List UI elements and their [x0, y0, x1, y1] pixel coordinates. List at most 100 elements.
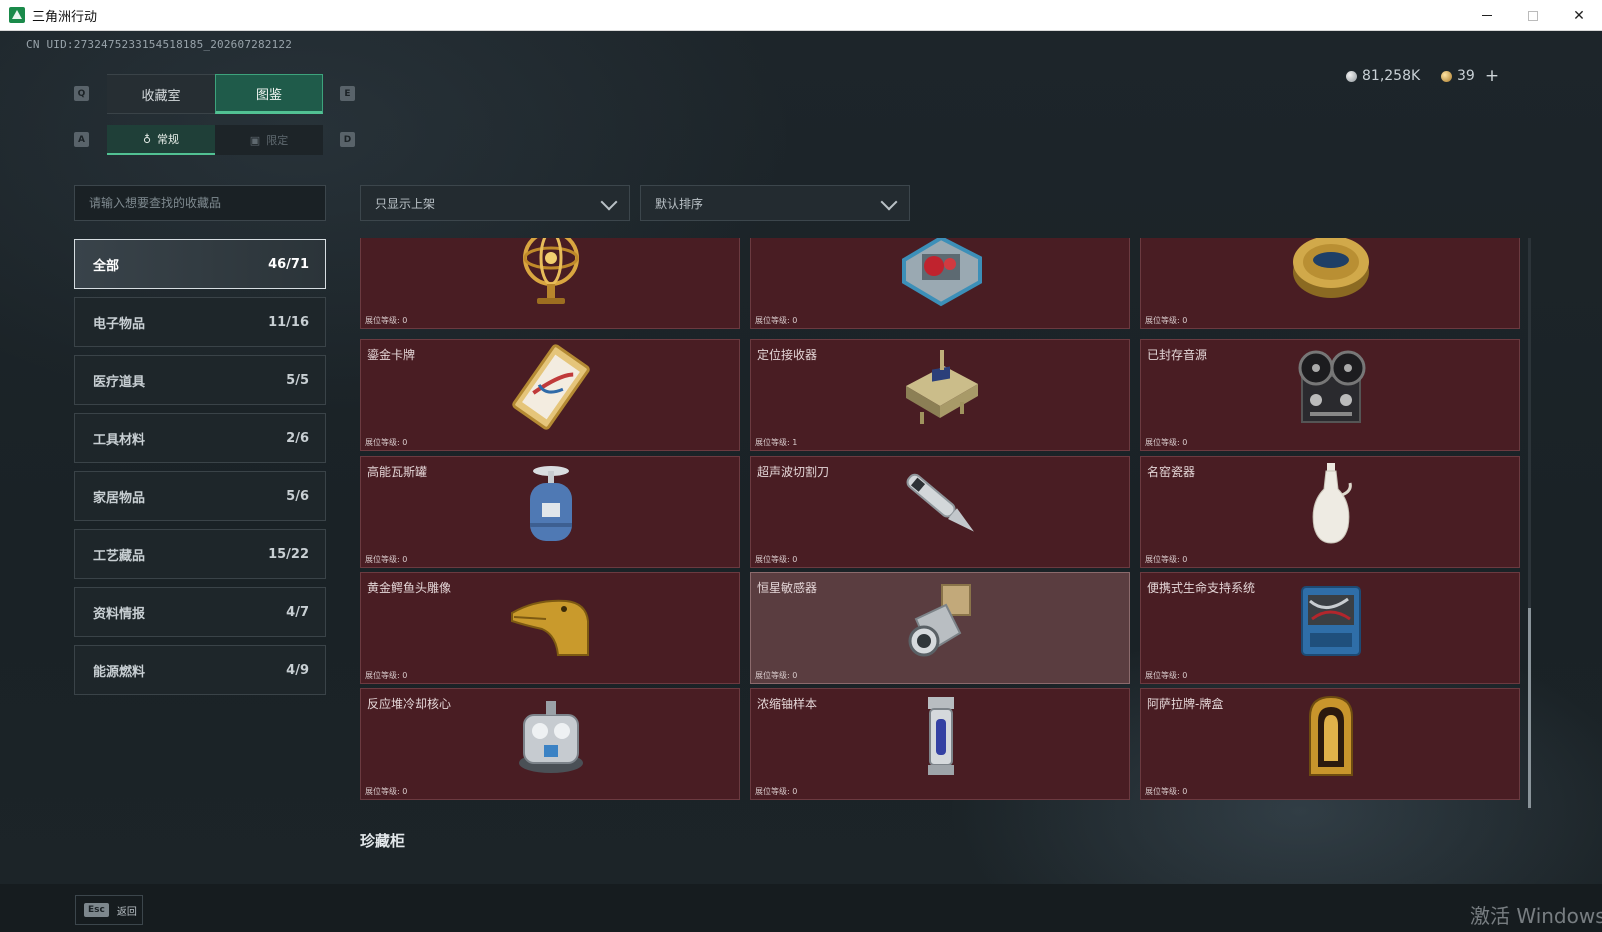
key-hint-d: D	[340, 132, 355, 147]
reactor-core-icon	[506, 691, 596, 781]
back-button[interactable]: Esc 返回	[75, 895, 143, 925]
sort-value: 默认排序	[655, 196, 704, 211]
shelf-filter-dropdown[interactable]: 只显示上架	[360, 185, 630, 221]
item-name: 黄金鳄鱼头雕像	[367, 581, 452, 595]
item-level: 展位等级: 0	[1145, 787, 1188, 796]
esc-key-hint: Esc	[84, 903, 109, 917]
sort-dropdown[interactable]: 默认排序	[640, 185, 910, 221]
category-electronics[interactable]: 电子物品 11/16	[74, 297, 326, 347]
item-level: 展位等级: 0	[1145, 316, 1188, 325]
category-count: 2/6	[286, 430, 309, 446]
gold-amount: 39	[1457, 68, 1475, 84]
card-box-icon	[1286, 691, 1376, 781]
item-card[interactable]: 高能瓦斯罐 展位等级: 0	[360, 456, 740, 568]
back-label: 返回	[116, 906, 137, 918]
item-card[interactable]: 阿萨拉牌-牌盒 展位等级: 0	[1140, 688, 1520, 800]
tab-limited-label: 限定	[266, 134, 289, 147]
key-hint-e: E	[340, 86, 355, 101]
item-level: 展位等级: 0	[755, 671, 798, 680]
item-level: 展位等级: 0	[365, 438, 408, 447]
gold-coin-icon	[1441, 70, 1452, 82]
item-level: 展位等级: 0	[755, 787, 798, 796]
item-card[interactable]: 已封存音源 展位等级: 0	[1140, 339, 1520, 451]
category-tools[interactable]: 工具材料 2/6	[74, 413, 326, 463]
category-household[interactable]: 家居物品 5/6	[74, 471, 326, 521]
minimize-icon	[1482, 15, 1492, 16]
uranium-sample-icon	[896, 691, 986, 781]
search-input[interactable]	[74, 185, 326, 221]
section-title: 珍藏柜	[360, 832, 406, 850]
crocodile-statue-icon	[506, 575, 596, 665]
category-label: 医疗道具	[93, 374, 146, 390]
tab-catalog[interactable]: 图鉴	[215, 74, 323, 114]
item-card[interactable]: 反应堆冷却核心 展位等级: 0	[360, 688, 740, 800]
item-card[interactable]: 超声波切割刀 展位等级: 0	[750, 456, 1130, 568]
category-intel[interactable]: 资料情报 4/7	[74, 587, 326, 637]
item-name: 浓缩铀样本	[757, 697, 818, 711]
category-label: 电子物品	[93, 316, 146, 332]
ultrasonic-knife-icon	[896, 459, 986, 549]
gas-tank-icon	[506, 459, 596, 549]
item-name: 已封存音源	[1147, 348, 1208, 362]
item-card[interactable]: 黄金鳄鱼头雕像 展位等级: 0	[360, 572, 740, 684]
item-name: 超声波切割刀	[757, 465, 830, 479]
bottle-icon: ♁	[142, 132, 152, 146]
scrollbar-thumb[interactable]	[1528, 608, 1531, 808]
item-card[interactable]: 鎏金卡牌 展位等级: 0	[360, 339, 740, 451]
silver-coin-icon	[1346, 70, 1357, 82]
window-titlebar: 三角洲行动 ✕	[0, 0, 1602, 31]
category-label: 全部	[93, 258, 120, 274]
item-name: 定位接收器	[757, 348, 818, 362]
item-level: 展位等级: 1	[755, 438, 798, 447]
heart-device-icon	[896, 238, 986, 310]
windows-activation-watermark: 激活 Windows	[1470, 904, 1602, 928]
item-card[interactable]: 便携式生命支持系统 展位等级: 0	[1140, 572, 1520, 684]
category-label: 能源燃料	[93, 664, 146, 680]
item-card[interactable]: 展位等级: 0	[360, 238, 740, 329]
key-hint-q: Q	[74, 86, 89, 101]
category-count: 46/71	[268, 256, 309, 272]
item-name: 鎏金卡牌	[367, 348, 416, 362]
item-card[interactable]: 定位接收器 展位等级: 1	[750, 339, 1130, 451]
grid-scrollbar[interactable]	[1528, 238, 1531, 810]
porcelain-vase-icon	[1286, 459, 1376, 549]
category-all[interactable]: 全部 46/71	[74, 239, 326, 289]
category-count: 4/9	[286, 662, 309, 678]
maximize-button[interactable]	[1510, 0, 1556, 31]
tab-regular-label: 常规	[157, 133, 180, 146]
gilded-card-icon	[506, 342, 596, 432]
add-currency-button[interactable]: +	[1485, 66, 1499, 86]
item-card[interactable]: 名窑瓷器 展位等级: 0	[1140, 456, 1520, 568]
minimize-button[interactable]	[1464, 0, 1510, 31]
chevron-down-icon	[880, 193, 898, 211]
category-count: 4/7	[286, 604, 309, 620]
tab-regular[interactable]: ♁ 常规	[107, 125, 215, 155]
chevron-down-icon	[600, 193, 618, 211]
item-card[interactable]: 展位等级: 0	[750, 238, 1130, 329]
category-fuel[interactable]: 能源燃料 4/9	[74, 645, 326, 695]
item-level: 展位等级: 0	[365, 555, 408, 564]
shelf-filter-value: 只显示上架	[375, 196, 436, 211]
item-card[interactable]: 浓缩铀样本 展位等级: 0	[750, 688, 1130, 800]
tab-collection-room[interactable]: 收藏室	[107, 74, 215, 114]
picture-icon: ▣	[249, 133, 261, 147]
item-name: 反应堆冷却核心	[367, 697, 452, 711]
item-name: 高能瓦斯罐	[367, 465, 428, 479]
player-uid: CN UID:2732475233154518185_202607282122	[26, 38, 293, 51]
category-count: 5/6	[286, 488, 309, 504]
close-icon: ✕	[1573, 7, 1585, 24]
receiver-icon	[896, 342, 986, 432]
silver-amount: 81,258K	[1362, 68, 1421, 84]
item-card[interactable]: 展位等级: 0	[1140, 238, 1520, 329]
key-hint-a: A	[74, 132, 89, 147]
category-crafts[interactable]: 工艺藏品 15/22	[74, 529, 326, 579]
category-medical[interactable]: 医疗道具 5/5	[74, 355, 326, 405]
category-count: 11/16	[268, 314, 309, 330]
close-button[interactable]: ✕	[1556, 0, 1602, 31]
tab-limited[interactable]: ▣ 限定	[215, 125, 323, 155]
reel-recorder-icon	[1286, 342, 1376, 432]
item-name: 恒星敏感器	[757, 581, 818, 595]
caviar-tin-icon	[1286, 238, 1376, 310]
item-name: 便携式生命支持系统	[1147, 581, 1256, 595]
item-card[interactable]: 恒星敏感器 展位等级: 0	[750, 572, 1130, 684]
